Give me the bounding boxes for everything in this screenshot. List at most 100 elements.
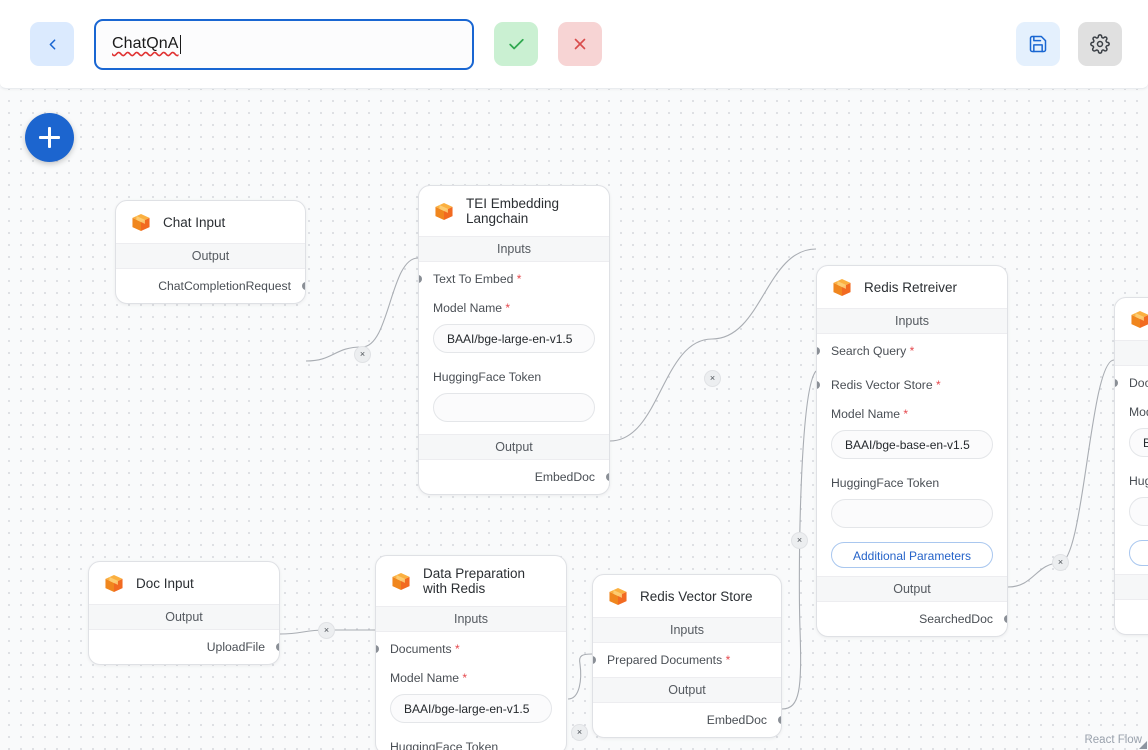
- port-label: Prepared Documents: [607, 653, 723, 667]
- input-handle[interactable]: [419, 275, 422, 283]
- node-redis-vector-store[interactable]: Redis Vector Store Inputs Prepared Docum…: [592, 574, 782, 738]
- react-flow-attribution[interactable]: React Flow: [1084, 734, 1142, 746]
- package-icon: [105, 574, 123, 592]
- required-marker: *: [936, 378, 941, 392]
- node-header: Doc Input: [89, 562, 279, 604]
- output-handle[interactable]: [606, 473, 609, 481]
- field-label-text: Model Name: [433, 301, 503, 315]
- edge-delete-badge[interactable]: ×: [704, 370, 721, 387]
- output-port-row[interactable]: EmbedDoc: [419, 460, 609, 494]
- node-right-partial[interactable]: Inputs Documents Model Huggi: [1114, 297, 1148, 635]
- add-node-button[interactable]: [25, 113, 74, 162]
- edge-delete-badge[interactable]: ×: [791, 532, 808, 549]
- field-model-name: Model Name *: [419, 296, 609, 365]
- field-huggingface-token: HuggingFace Token: [419, 365, 609, 434]
- field-model-name: Model Name *: [817, 402, 1007, 471]
- package-icon: [833, 278, 851, 296]
- additional-parameters-button[interactable]: Additional Parameters: [831, 542, 993, 568]
- field-label: Model: [1129, 405, 1148, 419]
- flow-canvas[interactable]: × × × × × × Chat Input Output ChatComple…: [0, 89, 1148, 750]
- required-marker: *: [502, 301, 511, 315]
- field-model-name: Model: [1115, 400, 1148, 469]
- field-label: HuggingFace Token: [831, 476, 940, 490]
- input-handle[interactable]: [1115, 379, 1118, 387]
- model-name-input[interactable]: [390, 694, 552, 723]
- huggingface-token-input[interactable]: [831, 499, 993, 528]
- output-port-row[interactable]: EmbedDoc: [593, 703, 781, 737]
- input-handle[interactable]: [817, 347, 820, 355]
- flow-name-input[interactable]: ChatQnA: [94, 18, 474, 70]
- section-output-label: Output: [419, 434, 609, 460]
- section-output-label: Output: [817, 576, 1007, 602]
- confirm-rename-button[interactable]: [494, 22, 538, 66]
- section-output-label: Output: [116, 243, 305, 269]
- huggingface-token-input[interactable]: [433, 393, 595, 422]
- section-output-label: Output: [89, 604, 279, 630]
- section-inputs-label: Inputs: [593, 617, 781, 643]
- output-handle[interactable]: [1004, 615, 1007, 623]
- edge-delete-badge[interactable]: ×: [354, 346, 371, 363]
- required-marker: *: [516, 272, 522, 286]
- edge-delete-badge[interactable]: ×: [571, 724, 588, 741]
- node-header: Data Preparation with Redis: [376, 556, 566, 606]
- output-port-row[interactable]: SearchedDoc: [817, 602, 1007, 636]
- package-icon: [132, 213, 150, 231]
- cancel-rename-button[interactable]: [558, 22, 602, 66]
- output-port-row[interactable]: ChatCompletionRequest: [116, 269, 305, 303]
- node-chat-input[interactable]: Chat Input Output ChatCompletionRequest: [115, 200, 306, 304]
- section-inputs-label: Inputs: [1115, 340, 1148, 366]
- node-tei-embedding-langchain[interactable]: TEI Embedding Langchain Inputs Text To E…: [418, 185, 610, 495]
- back-button[interactable]: [30, 22, 74, 66]
- save-button[interactable]: [1016, 22, 1060, 66]
- output-handle[interactable]: [778, 716, 781, 724]
- section-inputs-label: Inputs: [376, 606, 566, 632]
- required-marker: *: [725, 653, 731, 667]
- huggingface-token-input[interactable]: [1129, 497, 1148, 526]
- field-huggingface-token: HuggingFace Token: [817, 471, 1007, 540]
- resize-handle[interactable]: [1139, 741, 1147, 749]
- package-icon: [1131, 310, 1148, 328]
- save-disk-icon: [1029, 35, 1047, 53]
- edge-delete-badge[interactable]: ×: [318, 622, 335, 639]
- section-inputs-label: Inputs: [419, 236, 609, 262]
- input-port-row[interactable]: Documents *: [376, 632, 566, 666]
- section-inputs-label: Inputs: [817, 308, 1007, 334]
- required-marker: *: [455, 642, 460, 656]
- model-name-input[interactable]: [831, 430, 993, 459]
- model-name-input[interactable]: [1129, 428, 1148, 457]
- node-data-preparation-with-redis[interactable]: Data Preparation with Redis Inputs Docum…: [375, 555, 567, 750]
- input-handle[interactable]: [817, 381, 820, 389]
- additional-parameters-button[interactable]: [1129, 540, 1148, 566]
- settings-button[interactable]: [1078, 22, 1122, 66]
- port-label: Documents: [1129, 376, 1148, 390]
- input-port-row[interactable]: Documents: [1115, 366, 1148, 400]
- input-port-row[interactable]: Text To Embed *: [419, 262, 609, 296]
- node-redis-retreiver[interactable]: Redis Retreiver Inputs Search Query * Re…: [816, 265, 1008, 637]
- input-handle[interactable]: [376, 645, 379, 653]
- toolbar-left-group: ChatQnA: [0, 18, 602, 70]
- input-port-row[interactable]: Prepared Documents *: [593, 643, 781, 677]
- port-label: EmbedDoc: [706, 713, 767, 727]
- node-title: Redis Retreiver: [864, 279, 958, 295]
- top-toolbar: ChatQnA: [0, 0, 1148, 89]
- field-huggingface-token: Huggi: [1115, 469, 1148, 538]
- required-marker: *: [900, 407, 909, 421]
- flow-editor-app: ChatQnA × × × × × × Chat Input Output Ch…: [0, 0, 1148, 750]
- input-handle[interactable]: [593, 656, 596, 664]
- input-port-row[interactable]: Search Query *: [817, 334, 1007, 368]
- output-port-row[interactable]: UploadFile: [89, 630, 279, 664]
- field-label: Model Name *: [390, 671, 552, 685]
- field-label: Model Name *: [831, 407, 993, 421]
- output-handle[interactable]: [276, 643, 279, 651]
- output-port-row[interactable]: [1115, 600, 1148, 634]
- package-icon: [609, 587, 627, 605]
- field-huggingface-token: HuggingFace Token: [376, 735, 566, 750]
- input-port-row[interactable]: Redis Vector Store *: [817, 368, 1007, 402]
- output-handle[interactable]: [302, 282, 305, 290]
- text-caret: [179, 34, 181, 54]
- port-label: Text To Embed: [433, 272, 514, 286]
- model-name-input[interactable]: [433, 324, 595, 353]
- edge-delete-badge[interactable]: ×: [1052, 554, 1069, 571]
- node-doc-input[interactable]: Doc Input Output UploadFile: [88, 561, 280, 665]
- port-label: SearchedDoc: [919, 612, 993, 626]
